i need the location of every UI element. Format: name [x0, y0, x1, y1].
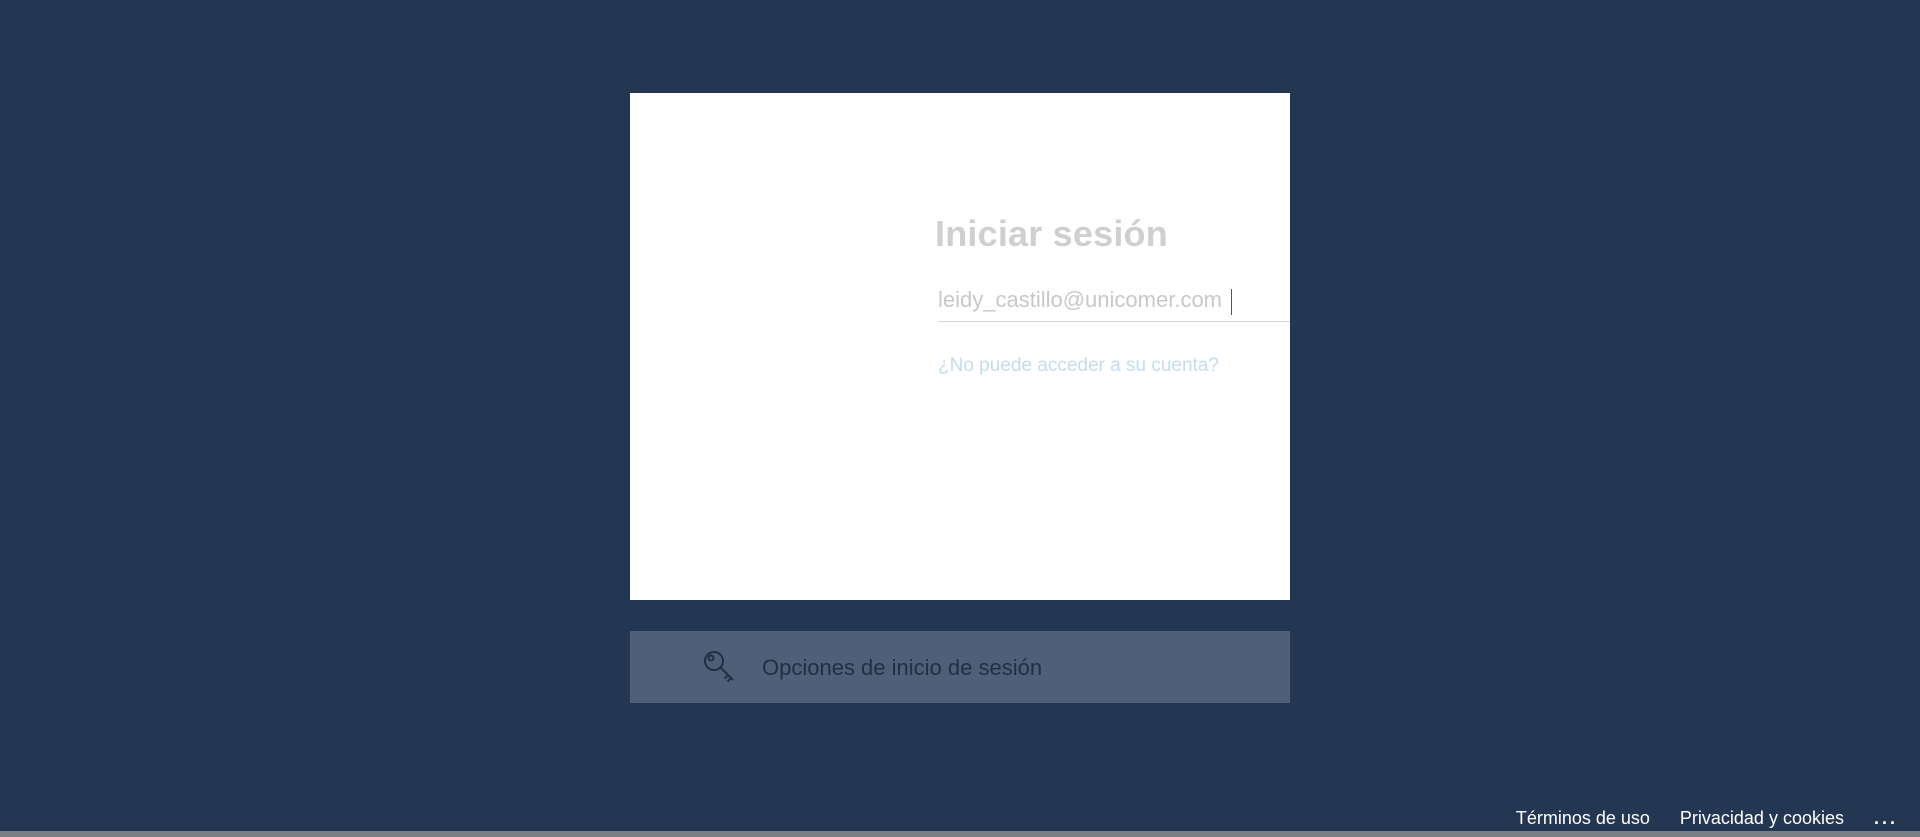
more-options-button[interactable]: ... — [1874, 808, 1898, 829]
text-caret — [1231, 289, 1232, 315]
signin-options-button[interactable]: Opciones de inicio de sesión — [630, 631, 1290, 703]
signin-card: Iniciar sesión ¿No puede acceder a su cu… — [630, 93, 1290, 600]
email-field[interactable] — [938, 283, 1290, 317]
page-title: Iniciar sesión — [935, 213, 1168, 254]
signin-options-label: Opciones de inicio de sesión — [762, 655, 1043, 680]
terms-of-use-link[interactable]: Términos de uso — [1516, 808, 1650, 829]
signin-page: Iniciar sesión ¿No puede acceder a su cu… — [0, 0, 1920, 837]
footer: Términos de uso Privacidad y cookies ... — [1516, 806, 1920, 830]
email-field-container — [938, 283, 1290, 322]
bottom-divider — [0, 831, 1920, 837]
cant-access-account-link[interactable]: ¿No puede acceder a su cuenta? — [938, 355, 1219, 377]
key-icon — [702, 649, 738, 685]
privacy-cookies-link[interactable]: Privacidad y cookies — [1680, 808, 1844, 829]
